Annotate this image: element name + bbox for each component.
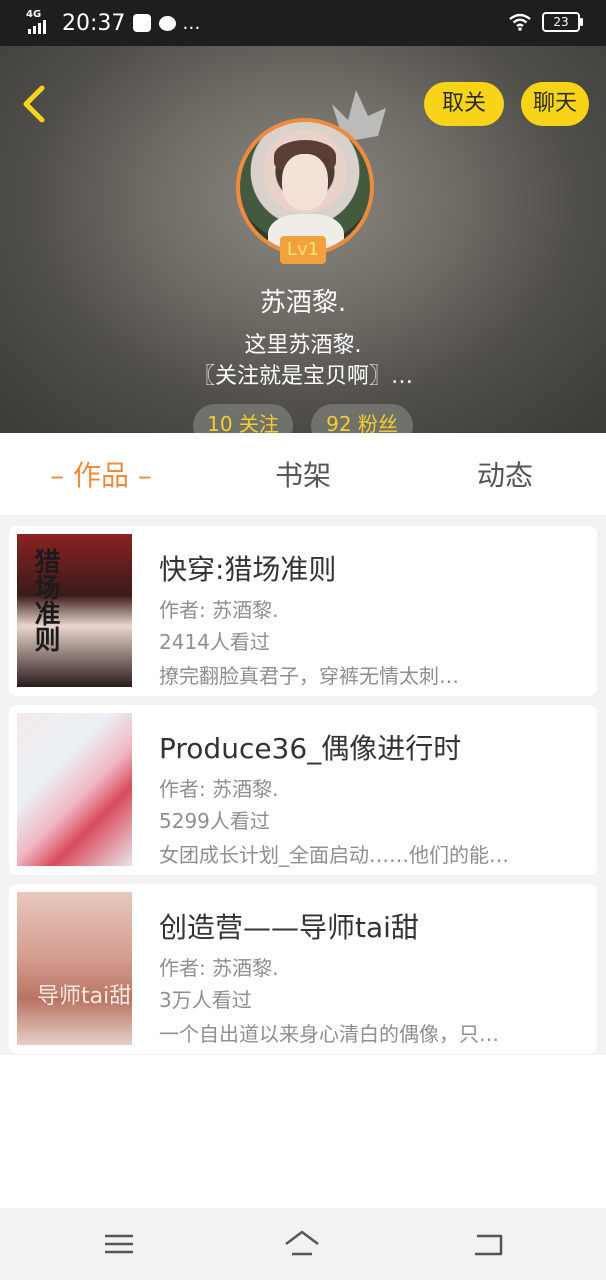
system-nav-bar [0, 1208, 606, 1280]
chat-notification-icon [159, 15, 177, 31]
tab-bookshelf[interactable]: 书架 [202, 454, 404, 494]
book-description: 撩完翻脸真君子，穿裤无情太刺… [159, 664, 459, 688]
following-count[interactable]: 10 关注 [193, 404, 293, 433]
fans-count[interactable]: 92 粉丝 [311, 404, 413, 433]
list-item[interactable]: 猎场准则 快穿:猎场准则 作者: 苏酒黎. 2414人看过 撩完翻脸真君子，穿裤… [9, 526, 597, 696]
profile-header: 取关 聊天 Lv1 苏酒黎. 这里苏酒黎. 〖关注就是宝贝啊〗… 10 关注 9… [0, 46, 606, 433]
bio-line-1: 这里苏酒黎. [244, 333, 362, 358]
chat-button[interactable]: 聊天 [521, 82, 589, 126]
book-cover[interactable] [17, 713, 132, 866]
tab-activity[interactable]: 动态 [404, 454, 606, 494]
book-title[interactable]: 快穿:猎场准则 [159, 548, 336, 588]
works-list: 猎场准则 快穿:猎场准则 作者: 苏酒黎. 2414人看过 撩完翻脸真君子，穿裤… [0, 515, 606, 1055]
status-time: 20:37 [62, 10, 126, 36]
bio-line-2: 〖关注就是宝贝啊〗… [192, 364, 413, 389]
profile-tabs: 作品 书架 动态 [0, 433, 606, 515]
book-views: 2414人看过 [159, 630, 270, 654]
more-notifications-icon: … [182, 12, 202, 34]
book-author: 作者: 苏酒黎. [159, 956, 279, 980]
battery-icon: 23 [542, 12, 583, 32]
unfollow-button[interactable]: 取关 [424, 82, 504, 126]
home-icon[interactable] [282, 1226, 322, 1262]
book-views: 5299人看过 [159, 809, 270, 833]
book-description: 一个自出道以来身心清白的偶像，只… [159, 1022, 499, 1046]
status-bar: 4G 20:37 … 23 [0, 0, 606, 46]
list-item[interactable]: Produce36_偶像进行时 作者: 苏酒黎. 5299人看过 女团成长计划_… [9, 705, 597, 875]
back-chevron-icon[interactable] [16, 82, 52, 126]
book-author: 作者: 苏酒黎. [159, 777, 279, 801]
battery-level: 23 [553, 15, 569, 29]
book-description: 女团成长计划_全面启动……他们的能… [159, 843, 509, 867]
notification-app-icon [133, 14, 152, 32]
cover-title: 导师tai甜 [37, 984, 132, 1009]
tab-works[interactable]: 作品 [0, 454, 202, 494]
book-title[interactable]: Produce36_偶像进行时 [159, 727, 461, 767]
bio: 这里苏酒黎. 〖关注就是宝贝啊〗… [0, 330, 606, 392]
book-views: 3万人看过 [159, 988, 252, 1012]
level-badge: Lv1 [280, 236, 326, 264]
menu-icon[interactable] [99, 1226, 139, 1262]
network-signal-icon: 4G [26, 10, 58, 36]
back-icon[interactable] [469, 1226, 509, 1262]
book-cover[interactable]: 导师tai甜 [17, 892, 132, 1045]
cover-title: 猎场准则 [30, 548, 60, 652]
book-author: 作者: 苏酒黎. [159, 598, 279, 622]
book-title[interactable]: 创造营——导师tai甜 [159, 906, 419, 946]
wifi-icon [509, 13, 531, 31]
username: 苏酒黎. [259, 288, 347, 318]
list-item[interactable]: 导师tai甜 创造营——导师tai甜 作者: 苏酒黎. 3万人看过 一个自出道以… [9, 884, 597, 1054]
book-cover[interactable]: 猎场准则 [17, 534, 132, 687]
